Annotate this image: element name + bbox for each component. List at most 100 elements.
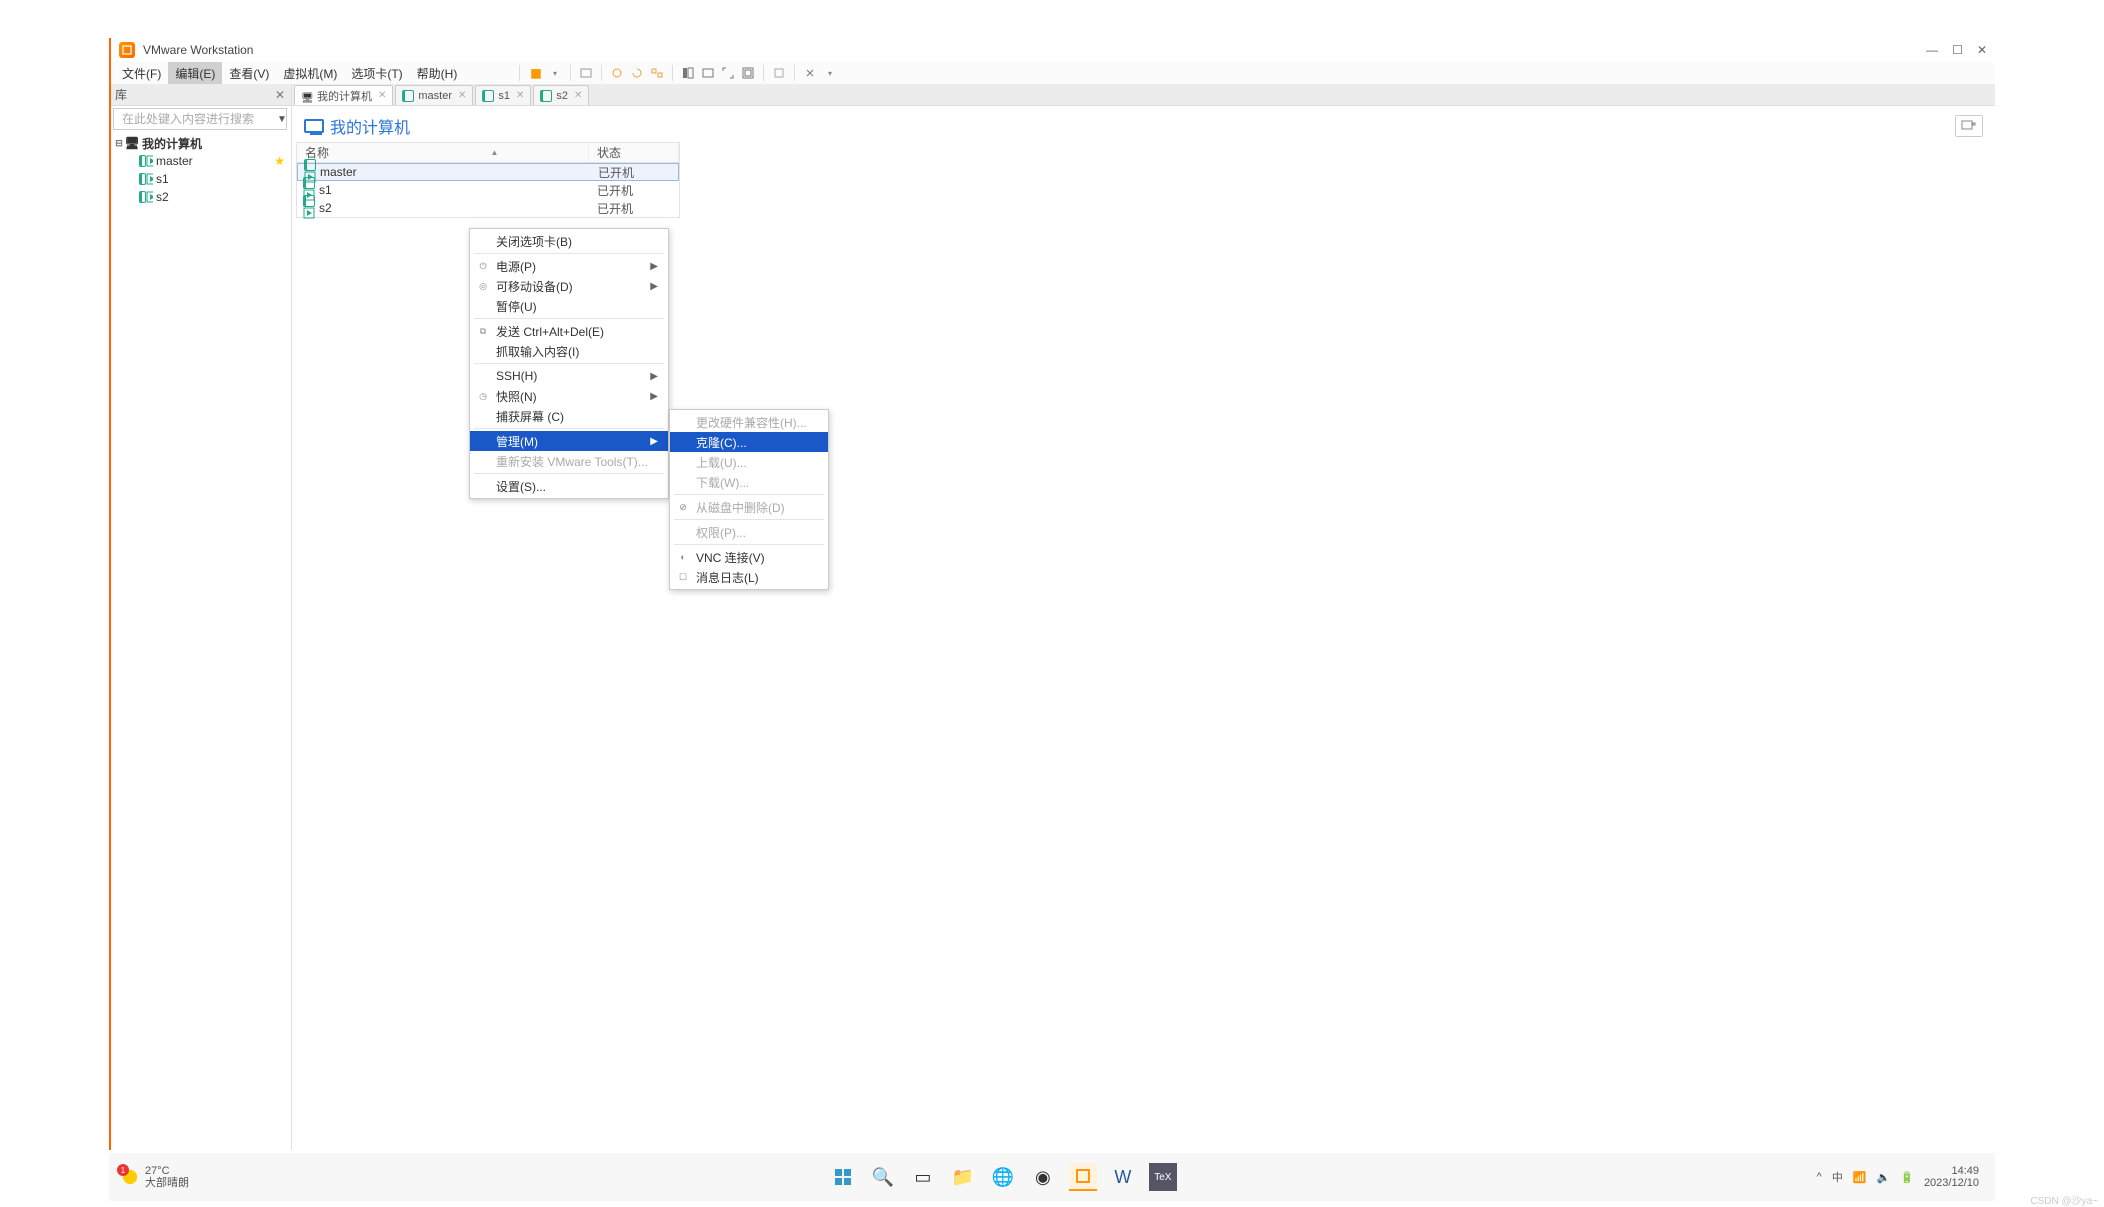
taskbar-word-icon[interactable]: W xyxy=(1109,1163,1137,1191)
tab-close-icon[interactable]: ✕ xyxy=(574,90,582,101)
ctx-send-cad[interactable]: ⧉发送 Ctrl+Alt+Del(E) xyxy=(470,321,668,341)
taskbar-chrome-icon[interactable]: ◉ xyxy=(1029,1163,1057,1191)
search-input[interactable] xyxy=(122,112,277,126)
favorite-star-icon[interactable]: ★ xyxy=(274,154,285,168)
search-box[interactable]: ▼ xyxy=(113,108,287,130)
windows-taskbar: 1 27°C 大部晴朗 🔍 ▭ 📁 🌐 ◉ W TeX ^ 中 📶 🔈 🔋 14… xyxy=(109,1153,1995,1201)
menu-view[interactable]: 查看(V) xyxy=(222,62,276,85)
snapshot-icon: ◷ xyxy=(476,391,490,402)
tab-master[interactable]: master ✕ xyxy=(395,85,473,105)
log-icon: ☐ xyxy=(676,572,690,583)
ctx-ssh[interactable]: SSH(H)▶ xyxy=(470,366,668,386)
titlebar: VMware Workstation — ☐ ✕ xyxy=(109,38,1995,62)
chevron-right-icon: ▶ xyxy=(630,281,658,292)
tab-close-icon[interactable]: ✕ xyxy=(378,90,386,101)
view-console-icon[interactable] xyxy=(699,64,717,82)
weather-desc: 大部晴朗 xyxy=(145,1177,189,1189)
stretch-icon[interactable] xyxy=(801,64,819,82)
thumbnail-icon[interactable] xyxy=(770,64,788,82)
list-row-s2[interactable]: s2 已开机 xyxy=(297,199,679,217)
ctx-snapshot[interactable]: ◷快照(N)▶ xyxy=(470,386,668,406)
library-tree: ⊟ 🖥 我的计算机 master ★ s1 s2 xyxy=(109,132,291,1150)
library-close-icon[interactable]: ✕ xyxy=(275,88,285,102)
minimize-button[interactable]: — xyxy=(1926,43,1938,57)
dot-icon: ◐ xyxy=(676,552,690,562)
taskbar-explorer-icon[interactable]: 📁 xyxy=(949,1163,977,1191)
window-title: VMware Workstation xyxy=(143,43,1926,57)
tree-item-s1[interactable]: s1 xyxy=(109,170,291,188)
sub-change-compat: 更改硬件兼容性(H)... xyxy=(670,412,828,432)
vm-icon xyxy=(482,90,494,102)
sub-message-log[interactable]: ☐消息日志(L) xyxy=(670,567,828,587)
tab-close-icon[interactable]: ✕ xyxy=(458,90,466,101)
ctx-settings[interactable]: 设置(S)... xyxy=(470,476,668,496)
unity-icon[interactable] xyxy=(739,64,757,82)
fullscreen-icon[interactable] xyxy=(719,64,737,82)
tray-ime-icon[interactable]: 中 xyxy=(1832,1169,1843,1185)
maximize-button[interactable]: ☐ xyxy=(1952,43,1963,57)
vm-icon xyxy=(303,195,315,222)
tab-s2[interactable]: s2 ✕ xyxy=(533,85,589,105)
taskbar-edge-icon[interactable]: 🌐 xyxy=(989,1163,1017,1191)
ctx-pause[interactable]: 暂停(U) xyxy=(470,296,668,316)
vm-icon xyxy=(139,172,153,186)
vm-icon xyxy=(540,90,552,102)
accent-bar xyxy=(109,38,111,1150)
sidebar: 库 ✕ ▼ ⊟ 🖥 我的计算机 master ★ xyxy=(109,84,292,1150)
snapshot-take-icon[interactable] xyxy=(608,64,626,82)
search-dropdown-icon[interactable]: ▼ xyxy=(277,114,287,125)
chevron-right-icon: ▶ xyxy=(630,371,658,382)
pause-dropdown[interactable]: ▾ xyxy=(546,64,564,82)
taskbar-taskview-icon[interactable]: ▭ xyxy=(909,1163,937,1191)
vm-list: 名称 ▲ 状态 master 已开机 s1 已开机 xyxy=(296,142,680,218)
sort-asc-icon: ▲ xyxy=(491,148,499,157)
ctx-removable[interactable]: ◎可移动设备(D)▶ xyxy=(470,276,668,296)
col-state[interactable]: 状态 xyxy=(589,143,679,162)
taskbar-search-icon[interactable]: 🔍 xyxy=(869,1163,897,1191)
tab-bar: 我的计算机 ✕ master ✕ s1 ✕ s2 ✕ xyxy=(292,84,1995,106)
tree-item-master[interactable]: master ★ xyxy=(109,152,291,170)
sub-clone[interactable]: 克隆(C)... xyxy=(670,432,828,452)
ctx-close-tab[interactable]: 关闭选项卡(B) xyxy=(470,231,668,251)
ctx-grab-input[interactable]: 抓取输入内容(I) xyxy=(470,341,668,361)
thumbnail-view-button[interactable] xyxy=(1955,115,1983,137)
send-cad-icon[interactable] xyxy=(577,64,595,82)
menu-help[interactable]: 帮助(H) xyxy=(410,62,465,85)
monitor-icon: 🖥 xyxy=(125,136,139,150)
menu-tabs[interactable]: 选项卡(T) xyxy=(344,62,409,85)
menu-vm[interactable]: 虚拟机(M) xyxy=(276,62,344,85)
taskbar-weather[interactable]: 1 27°C 大部晴朗 xyxy=(109,1165,189,1189)
library-header: 库 xyxy=(115,86,127,103)
tree-root[interactable]: ⊟ 🖥 我的计算机 xyxy=(109,134,291,152)
tab-close-icon[interactable]: ✕ xyxy=(516,90,524,101)
start-button[interactable] xyxy=(829,1163,857,1191)
sub-download: 下载(W)... xyxy=(670,472,828,492)
ctx-manage[interactable]: 管理(M)▶ xyxy=(470,431,668,451)
stretch-dropdown[interactable]: ▾ xyxy=(821,64,839,82)
menu-file[interactable]: 文件(F) xyxy=(115,62,168,85)
menu-edit[interactable]: 编辑(E) xyxy=(168,62,222,85)
tray-clock[interactable]: 14:49 2023/12/10 xyxy=(1924,1165,1979,1189)
tab-home[interactable]: 我的计算机 ✕ xyxy=(294,85,393,105)
tray-battery-icon[interactable]: 🔋 xyxy=(1900,1171,1914,1184)
tray-chevron-icon[interactable]: ^ xyxy=(1817,1171,1822,1183)
view-single-icon[interactable] xyxy=(679,64,697,82)
ctx-power[interactable]: ⏻电源(P)▶ xyxy=(470,256,668,276)
context-menu: 关闭选项卡(B) ⏻电源(P)▶ ◎可移动设备(D)▶ 暂停(U) ⧉发送 Ct… xyxy=(469,228,669,499)
snapshot-revert-icon[interactable] xyxy=(628,64,646,82)
taskbar-app-icon[interactable]: TeX xyxy=(1149,1163,1177,1191)
ctx-capture[interactable]: 捕获屏幕 (C) xyxy=(470,406,668,426)
tray-volume-icon[interactable]: 🔈 xyxy=(1877,1171,1891,1184)
taskbar-vmware-icon[interactable] xyxy=(1069,1163,1097,1191)
sub-vnc[interactable]: ◐VNC 连接(V) xyxy=(670,547,828,567)
chevron-right-icon: ▶ xyxy=(630,261,658,272)
tray-wifi-icon[interactable]: 📶 xyxy=(1853,1171,1867,1184)
close-button[interactable]: ✕ xyxy=(1977,43,1987,57)
snapshot-manager-icon[interactable] xyxy=(648,64,666,82)
tab-s1[interactable]: s1 ✕ xyxy=(475,85,531,105)
pause-button[interactable]: ▮▮ xyxy=(526,64,544,82)
weather-sun-icon: 1 xyxy=(121,1168,139,1186)
tree-item-s2[interactable]: s2 xyxy=(109,188,291,206)
sub-permissions: 权限(P)... xyxy=(670,522,828,542)
vm-icon xyxy=(139,190,153,204)
